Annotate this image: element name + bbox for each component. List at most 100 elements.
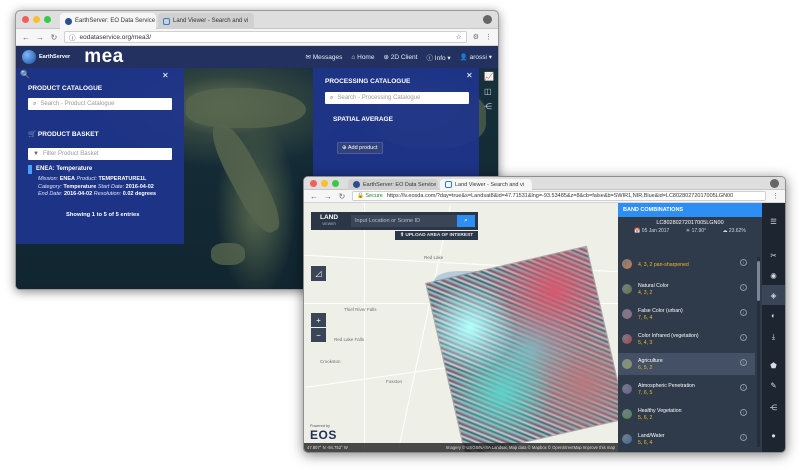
eos-logo[interactable]: Powered by EOS xyxy=(310,424,337,442)
minimize-window-icon[interactable] xyxy=(321,180,328,187)
close-tab-icon[interactable]: ✕ xyxy=(527,181,532,188)
product-catalogue-panel: 🔍 ✕ PRODUCT CATALOGUE ⌕ Search - Product… xyxy=(16,68,184,244)
extension-icon[interactable]: ⚙ xyxy=(473,33,479,41)
close-icon[interactable]: ✕ xyxy=(162,71,169,80)
back-icon[interactable]: ← xyxy=(22,33,30,42)
comment-icon[interactable]: ✎ xyxy=(762,375,785,395)
reload-icon[interactable]: ↻ xyxy=(50,33,58,42)
scrollbar-thumb[interactable] xyxy=(757,261,760,301)
maximize-window-icon[interactable] xyxy=(44,16,51,23)
spatial-average-title: SPATIAL AVERAGE xyxy=(333,116,393,123)
upload-aoi-button[interactable]: ⬆ UPLOAD AREA OF INTEREST xyxy=(395,231,479,240)
tab-land-viewer[interactable]: Land Viewer - Search and vi ✕ xyxy=(158,13,254,29)
maximize-window-icon[interactable] xyxy=(332,180,339,187)
zoom-in-button[interactable]: + xyxy=(311,313,326,327)
search-icon[interactable]: 🔍 xyxy=(20,70,30,79)
user-icon[interactable]: ● xyxy=(762,425,785,445)
zoom-out-button[interactable]: − xyxy=(311,328,326,342)
layers-icon[interactable]: ◈ xyxy=(762,285,785,305)
map-attribution[interactable]: Imagery © USGS/NASA Landsat, Map data © … xyxy=(446,445,615,450)
reload-icon[interactable]: ↻ xyxy=(338,192,346,201)
band-combo: 5, 4, 3 xyxy=(638,339,653,346)
band-combination-item[interactable]: False Color (urban) 7, 6, 4 i xyxy=(618,303,755,325)
band-combination-item[interactable]: Color Infrared (vegetation) 5, 4, 3 i xyxy=(618,328,755,350)
minimize-window-icon[interactable] xyxy=(33,16,40,23)
tag-icon[interactable]: ⬟ xyxy=(762,355,785,375)
band-preview-icon xyxy=(622,284,632,294)
info-icon[interactable]: i xyxy=(740,359,747,366)
browser-menu-icon[interactable]: ⋮ xyxy=(772,192,779,200)
band-combination-item[interactable]: 4, 3, 2 pan-sharpened i xyxy=(618,253,755,275)
search-icon: ⌕ xyxy=(464,217,468,224)
info-icon[interactable]: i xyxy=(740,284,747,291)
search-icon: ⌕ xyxy=(33,100,37,107)
share-icon[interactable]: ⋲ xyxy=(762,397,785,417)
menu-icon[interactable]: ☰ xyxy=(762,211,785,231)
band-combination-item[interactable]: Natural Color 4, 3, 2 i xyxy=(618,278,755,300)
close-window-icon[interactable] xyxy=(310,180,317,187)
band-combo: 5, 6, 2 xyxy=(638,414,653,421)
chart-icon[interactable]: 📈 xyxy=(484,72,494,81)
forward-icon[interactable]: → xyxy=(324,192,332,201)
earthserver-logo[interactable]: EarthServer xyxy=(22,50,70,64)
band-combination-item[interactable]: Healthy Vegetation 5, 6, 2 i xyxy=(618,403,755,425)
menu-home[interactable]: ⌂ Home xyxy=(351,54,374,61)
ruler-button[interactable]: ◿ xyxy=(311,266,326,281)
browser-profile-icon[interactable] xyxy=(770,179,779,188)
band-combination-item[interactable]: Atmospheric Penetration 7, 6, 5 i xyxy=(618,378,755,400)
menu-2d-client[interactable]: ⊕ 2D Client xyxy=(383,53,417,61)
menu-messages[interactable]: ✉ Messages xyxy=(306,53,343,61)
info-icon[interactable]: i xyxy=(740,259,747,266)
menu-info[interactable]: ⓘ Info ▾ xyxy=(426,52,450,62)
info-icon[interactable]: i xyxy=(740,409,747,416)
landsat-scene-overlay[interactable] xyxy=(426,246,618,452)
land-viewer-favicon xyxy=(445,181,452,188)
location-search-input[interactable]: Input Location or Scene ID xyxy=(351,215,457,227)
product-basket-filter[interactable]: ▼ Filter Product Basket xyxy=(28,148,172,160)
browser-profile-icon[interactable] xyxy=(483,15,492,24)
browser-menu-icon[interactable]: ⋮ xyxy=(485,33,492,41)
band-combination-item[interactable]: Land/Water 5, 6, 4 i xyxy=(618,428,755,450)
band-preview-icon xyxy=(622,334,632,344)
processing-catalogue-search[interactable]: ⌕ Search - Processing Catalogue xyxy=(325,92,469,104)
bookmark-star-icon[interactable]: ☆ xyxy=(456,33,462,41)
info-icon[interactable]: i xyxy=(740,334,747,341)
land-viewer-logo[interactable]: LAND VIEWER xyxy=(311,214,347,227)
search-button[interactable]: ⌕ xyxy=(457,215,475,227)
info-icon[interactable]: i xyxy=(740,309,747,316)
band-preview-icon xyxy=(622,384,632,394)
close-window-icon[interactable] xyxy=(22,16,29,23)
info-icon[interactable]: i xyxy=(740,434,747,441)
add-product-button[interactable]: ⊕ Add product xyxy=(337,142,383,154)
tab-earthserver[interactable]: EarthServer: EO Data Service ✕ xyxy=(60,13,156,29)
url-field[interactable]: 🔒 Secure https://lv.eosda.com/?day=true&… xyxy=(352,191,766,201)
back-icon[interactable]: ← xyxy=(310,192,318,201)
window-controls xyxy=(22,16,51,23)
side-toolbar: 📈 ◫ ⋲ xyxy=(484,72,494,111)
mea-logo[interactable]: mea xyxy=(84,46,124,68)
close-icon[interactable]: ✕ xyxy=(466,71,473,80)
map-label: Fosston xyxy=(386,379,403,384)
wrench-icon[interactable]: ✂ xyxy=(762,245,785,265)
band-name: Agriculture xyxy=(638,357,663,364)
contrast-icon[interactable]: ◐ xyxy=(762,305,785,325)
menu-user[interactable]: 👤 arossi ▾ xyxy=(460,53,492,61)
product-catalogue-search[interactable]: ⌕ Search - Product Catalogue xyxy=(28,98,172,110)
basket-entry-title[interactable]: ENEA: Temperature xyxy=(36,166,92,172)
forward-icon[interactable]: → xyxy=(36,33,44,42)
url-field[interactable]: ⓘ eodataservice.org/mea3/ ☆ xyxy=(64,31,467,43)
info-icon[interactable]: i xyxy=(740,384,747,391)
share-icon[interactable]: ⋲ xyxy=(484,102,494,111)
tab-earthserver[interactable]: EarthServer: EO Data Service ✕ xyxy=(348,179,438,190)
eye-icon[interactable]: ◉ xyxy=(762,265,785,285)
band-combination-item[interactable]: Agriculture 6, 5, 2 i xyxy=(618,353,755,375)
band-preview-icon xyxy=(622,409,632,419)
globe-icon xyxy=(22,50,36,64)
map-landmass xyxy=(186,88,306,128)
layers-icon[interactable]: ◫ xyxy=(484,87,494,96)
download-icon[interactable]: ⤓ xyxy=(762,327,785,347)
tab-land-viewer[interactable]: Land Viewer - Search and vi ✕ xyxy=(440,179,532,190)
basemap[interactable]: Thief River Falls Red Lake Bemidji Fosst… xyxy=(304,203,618,452)
close-tab-icon[interactable]: ✕ xyxy=(251,18,254,25)
info-icon: ⓘ xyxy=(69,35,76,42)
